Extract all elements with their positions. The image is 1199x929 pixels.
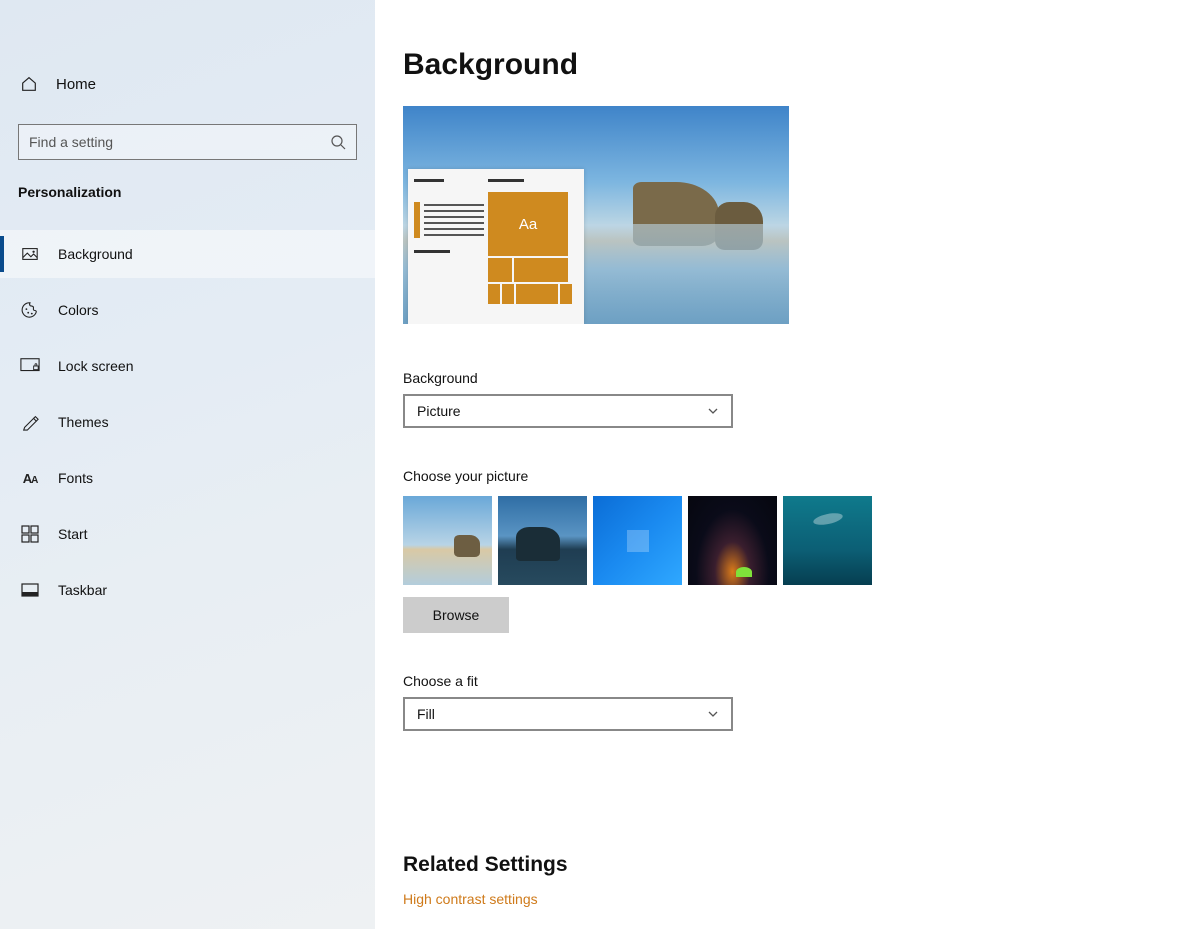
home-icon: [20, 75, 38, 93]
search-icon: [330, 134, 346, 150]
choose-picture-label: Choose your picture: [403, 468, 1199, 484]
background-dropdown-value: Picture: [417, 403, 461, 419]
browse-button[interactable]: Browse: [403, 597, 509, 633]
picture-thumbnail[interactable]: [688, 496, 777, 585]
sidebar-item-colors[interactable]: Colors: [0, 286, 375, 334]
chevron-down-icon: [707, 708, 719, 720]
sidebar-item-taskbar[interactable]: Taskbar: [0, 566, 375, 614]
picture-thumbnail[interactable]: [593, 496, 682, 585]
themes-icon: [20, 412, 40, 432]
sidebar-item-themes[interactable]: Themes: [0, 398, 375, 446]
main-panel: Background Aa Background Picture: [375, 0, 1199, 929]
search-input[interactable]: [29, 134, 330, 150]
sidebar-item-label: Background: [58, 246, 133, 262]
sidebar-item-label: Fonts: [58, 470, 93, 486]
sidebar-nav: Background Colors Lock screen Themes AA …: [0, 230, 375, 622]
picture-thumbnail[interactable]: [498, 496, 587, 585]
fit-dropdown-value: Fill: [417, 706, 435, 722]
search-wrap: [0, 108, 375, 160]
fonts-icon: AA: [20, 468, 40, 488]
sidebar-item-label: Themes: [58, 414, 109, 430]
sidebar-home[interactable]: Home: [0, 60, 375, 108]
fit-dropdown[interactable]: Fill: [403, 697, 733, 731]
sidebar: Home Personalization Background Colors: [0, 0, 375, 929]
taskbar-icon: [20, 580, 40, 600]
high-contrast-link[interactable]: High contrast settings: [403, 891, 538, 907]
page-title: Background: [403, 48, 1199, 82]
chevron-down-icon: [707, 405, 719, 417]
sidebar-item-label: Colors: [58, 302, 98, 318]
preview-sample-left: [414, 175, 482, 318]
sidebar-section-label: Personalization: [0, 160, 375, 210]
search-box[interactable]: [18, 124, 357, 160]
sidebar-item-background[interactable]: Background: [0, 230, 375, 278]
preview-sample-right: Aa: [488, 175, 578, 318]
picture-icon: [20, 244, 40, 264]
sidebar-item-label: Start: [58, 526, 88, 542]
background-dropdown[interactable]: Picture: [403, 394, 733, 428]
related-settings-title: Related Settings: [403, 853, 1199, 877]
preview-sample-text: Aa: [488, 192, 568, 256]
sidebar-home-label: Home: [56, 76, 96, 93]
sidebar-item-lock-screen[interactable]: Lock screen: [0, 342, 375, 390]
sidebar-item-label: Taskbar: [58, 582, 107, 598]
preview-sample-window: Aa: [408, 169, 584, 324]
palette-icon: [20, 300, 40, 320]
sidebar-item-fonts[interactable]: AA Fonts: [0, 454, 375, 502]
sidebar-item-start[interactable]: Start: [0, 510, 375, 558]
desktop-preview: Aa: [403, 106, 789, 324]
picture-thumbnails: [403, 496, 1199, 585]
picture-thumbnail[interactable]: [783, 496, 872, 585]
start-icon: [20, 524, 40, 544]
sidebar-item-label: Lock screen: [58, 358, 133, 374]
picture-thumbnail[interactable]: [403, 496, 492, 585]
background-dropdown-label: Background: [403, 370, 1199, 386]
choose-fit-label: Choose a fit: [403, 673, 1199, 689]
lock-screen-icon: [20, 356, 40, 376]
